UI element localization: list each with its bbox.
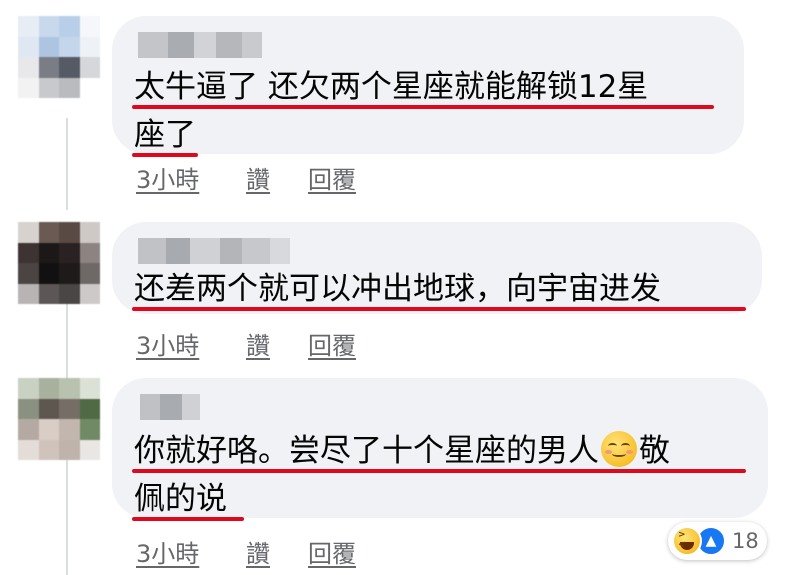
comment-line: 座了 <box>132 111 648 159</box>
comment-line-text: 还差两个就可以冲出地球，向宇宙进发 <box>134 271 661 307</box>
reaction-count: 18 <box>732 529 759 553</box>
avatar[interactable] <box>18 222 100 304</box>
reply-link[interactable]: 回覆 <box>308 534 356 569</box>
like-link[interactable]: 讚 <box>246 326 308 361</box>
comment-actions: 3小時 讚 回覆 <box>136 534 356 569</box>
author-name-blurred[interactable] <box>138 238 290 264</box>
comment-thread: 太牛逼了 还欠两个星座就能解锁12星 座了 3小時 讚 回覆 还差两个就可以冲出… <box>0 0 800 575</box>
thread-line <box>66 300 68 380</box>
comment-line-text: 太牛逼了 还欠两个星座就能解锁12星 <box>134 69 649 105</box>
red-underline <box>132 153 198 157</box>
red-underline <box>132 517 244 521</box>
thread-line <box>66 460 68 575</box>
red-underline <box>132 307 746 311</box>
comment-bubble: 太牛逼了 还欠两个星座就能解锁12星 座了 <box>112 16 744 157</box>
comment-line-text: 你就好咯。尝尽了十个星座的男人 <box>134 433 599 469</box>
red-underline <box>132 469 746 473</box>
timestamp-link[interactable]: 3小時 <box>136 160 246 195</box>
thread-line <box>66 118 68 210</box>
avatar[interactable] <box>18 16 100 98</box>
comment-text: 你就好咯。尝尽了十个星座的男人 敬 佩的说 <box>132 427 746 523</box>
reply-link[interactable]: 回覆 <box>308 326 356 361</box>
comment-bubble: 你就好咯。尝尽了十个星座的男人 敬 佩的说 <box>112 378 768 521</box>
author-name-blurred[interactable] <box>138 32 262 58</box>
red-underline <box>132 105 714 109</box>
comment-actions: 3小時 讚 回覆 <box>136 160 356 195</box>
comment-line: 你就好咯。尝尽了十个星座的男人 敬 <box>132 427 746 475</box>
timestamp-link[interactable]: 3小時 <box>136 326 246 361</box>
comment-line: 太牛逼了 还欠两个星座就能解锁12星 <box>132 63 714 111</box>
relieved-face-emoji-icon <box>601 431 637 467</box>
comment-text: 还差两个就可以冲出地球，向宇宙进发 <box>132 265 746 313</box>
comment-line: 佩的说 <box>132 475 670 523</box>
like-link[interactable]: 讚 <box>246 534 308 569</box>
reaction-summary[interactable]: ▲ 18 <box>668 522 767 560</box>
haha-icon <box>672 526 702 556</box>
comment-line-text: 座了 <box>134 117 196 153</box>
comment-line-text: 佩的说 <box>134 481 227 517</box>
comment-actions: 3小時 讚 回覆 <box>136 326 356 361</box>
comment-line: 还差两个就可以冲出地球，向宇宙进发 <box>132 265 746 313</box>
reply-link[interactable]: 回覆 <box>308 160 356 195</box>
comment-line-text: 敬 <box>639 433 670 469</box>
like-link[interactable]: 讚 <box>246 160 308 195</box>
avatar[interactable] <box>18 378 100 460</box>
timestamp-link[interactable]: 3小時 <box>136 534 246 569</box>
comment-text: 太牛逼了 还欠两个星座就能解锁12星 座了 <box>132 63 714 159</box>
comment-bubble: 还差两个就可以冲出地球，向宇宙进发 <box>112 222 762 314</box>
author-name-blurred[interactable] <box>140 394 200 420</box>
